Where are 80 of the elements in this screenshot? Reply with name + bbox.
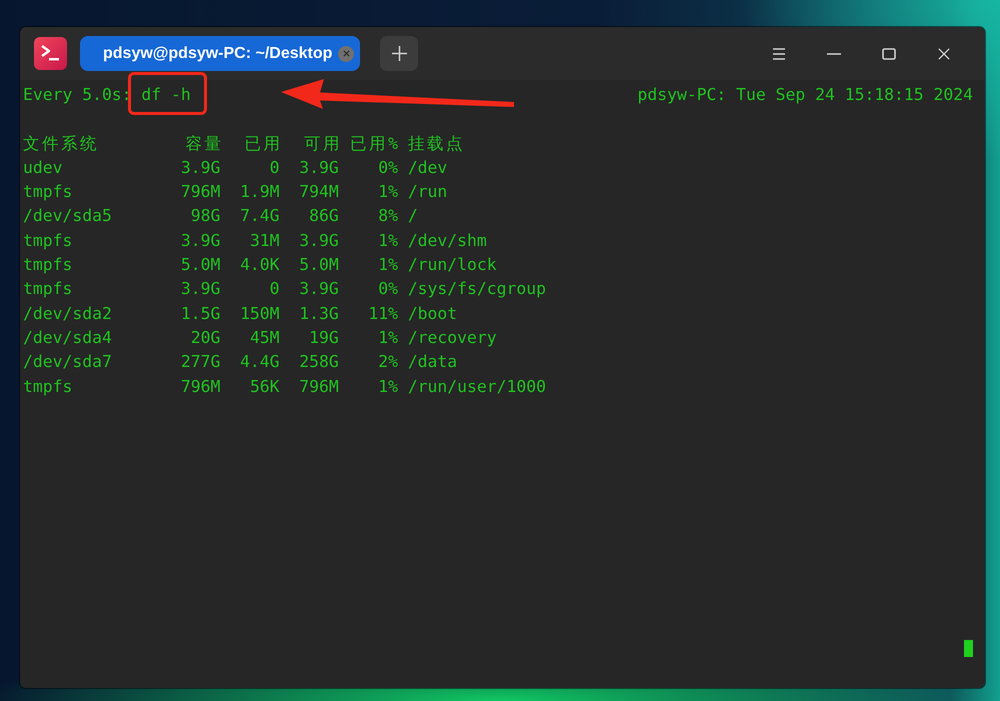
table-cell-text: 20G	[190, 326, 220, 349]
table-cell-text: 796M	[180, 181, 220, 204]
table-cell-text: /run	[406, 181, 448, 204]
table-cell-text: 7.4G	[239, 205, 280, 228]
table-cell-text: 3.9G	[180, 156, 220, 179]
table-cell-text: 3.9G	[298, 156, 339, 179]
column-header: 可用	[302, 132, 342, 155]
table-cell-text: 2%	[377, 351, 398, 374]
table-cell-text: /boot	[406, 302, 458, 325]
table-cell-text: 1.9M	[239, 181, 280, 204]
table-cell-text: 5.0M	[298, 254, 339, 276]
minimize-icon	[826, 52, 840, 54]
table-cell-text: 8%	[377, 205, 398, 228]
close-tab-button[interactable]	[338, 46, 354, 62]
table-cell-text: tmpfs	[23, 254, 74, 276]
maximize-icon	[882, 48, 896, 60]
table-cell-text: tmpfs	[23, 376, 74, 398]
table-cell-text: /dev/sda2	[23, 302, 113, 325]
table-cell-text: 31M	[248, 230, 280, 252]
close-icon	[342, 50, 350, 57]
table-cell-text: /recovery	[406, 326, 498, 349]
column-header: 容量	[184, 132, 224, 155]
table-cell-text: 277G	[180, 351, 220, 374]
table-cell-text: 0	[268, 278, 280, 300]
column-header: 已用%	[349, 132, 401, 155]
table-cell-text: 86G	[308, 205, 339, 228]
table-cell-text: 150M	[239, 302, 280, 325]
host-time: pdsyw-PC: Tue Sep 24 15:18:15 2024	[637, 84, 973, 106]
table-cell-text: 19G	[308, 326, 339, 349]
text-cursor	[964, 640, 973, 657]
table-cell-text: 1.5G	[180, 302, 220, 325]
table-cell-text: /dev/sda4	[23, 326, 113, 349]
table-cell-text: tmpfs	[23, 230, 74, 252]
table-cell-text: 5.0M	[180, 254, 220, 276]
table-cell-text: /run/lock	[406, 254, 498, 276]
table-cell-text: tmpfs	[23, 181, 74, 204]
table-cell-text: /sys/fs/cgroup	[406, 278, 546, 300]
table-cell-text: /run/user/1000	[406, 376, 546, 398]
table-cell-text: /	[406, 205, 419, 228]
table-cell-text: /dev	[406, 156, 448, 179]
command-text: df -h	[141, 85, 191, 104]
table-cell-text: 98G	[190, 205, 220, 228]
table-cell-text: 3.9G	[298, 278, 339, 300]
table-cell-text: 3.9G	[180, 230, 220, 252]
menu-icon	[772, 48, 786, 60]
table-cell-text: 11%	[367, 302, 398, 325]
table-cell-text: 0	[268, 156, 280, 179]
watch-interval: Every 5.0s:	[23, 84, 132, 106]
column-header: 已用	[244, 132, 283, 155]
table-cell-text: 258G	[298, 351, 339, 374]
table-cell-text: tmpfs	[23, 278, 74, 300]
table-cell-text: 3.9G	[298, 230, 339, 252]
table-cell-text: 1%	[377, 254, 398, 276]
table-cell-text: /dev/shm	[406, 230, 488, 252]
table-cell-text: 0%	[377, 156, 398, 179]
table-cell-text: 1%	[377, 376, 398, 398]
table-cell-text: /dev/sda7	[23, 351, 113, 374]
table-cell-text: udev	[23, 156, 64, 179]
table-cell-text: 796M	[180, 376, 220, 398]
table-cell-text: 4.4G	[239, 351, 280, 374]
table-cell-text: 796M	[298, 376, 339, 398]
terminal-icon	[34, 37, 67, 70]
table-cell-text: /data	[406, 351, 458, 374]
table-cell-text: 3.9G	[180, 278, 220, 300]
table-cell-text: 1%	[377, 230, 398, 252]
table-cell-text: 45M	[248, 326, 280, 349]
table-cell-text: 0%	[377, 278, 398, 300]
table-cell-text: 794M	[298, 181, 339, 204]
table-cell-text: /dev/sda5	[23, 205, 113, 228]
plus-icon	[392, 46, 407, 61]
column-header: 挂载点	[406, 132, 466, 155]
table-cell-text: 4.0K	[239, 254, 280, 276]
table-cell-text: 1%	[377, 326, 398, 349]
new-tab-button[interactable]	[380, 36, 418, 71]
table-cell-text: 1.3G	[298, 302, 339, 325]
table-cell-text: 56K	[248, 376, 280, 398]
terminal-tab[interactable]: pdsyw@pdsyw-PC: ~/Desktop	[80, 36, 360, 71]
column-header: 文件系统	[23, 132, 100, 155]
table-cell-text: 1%	[377, 181, 398, 204]
close-icon	[936, 48, 950, 60]
